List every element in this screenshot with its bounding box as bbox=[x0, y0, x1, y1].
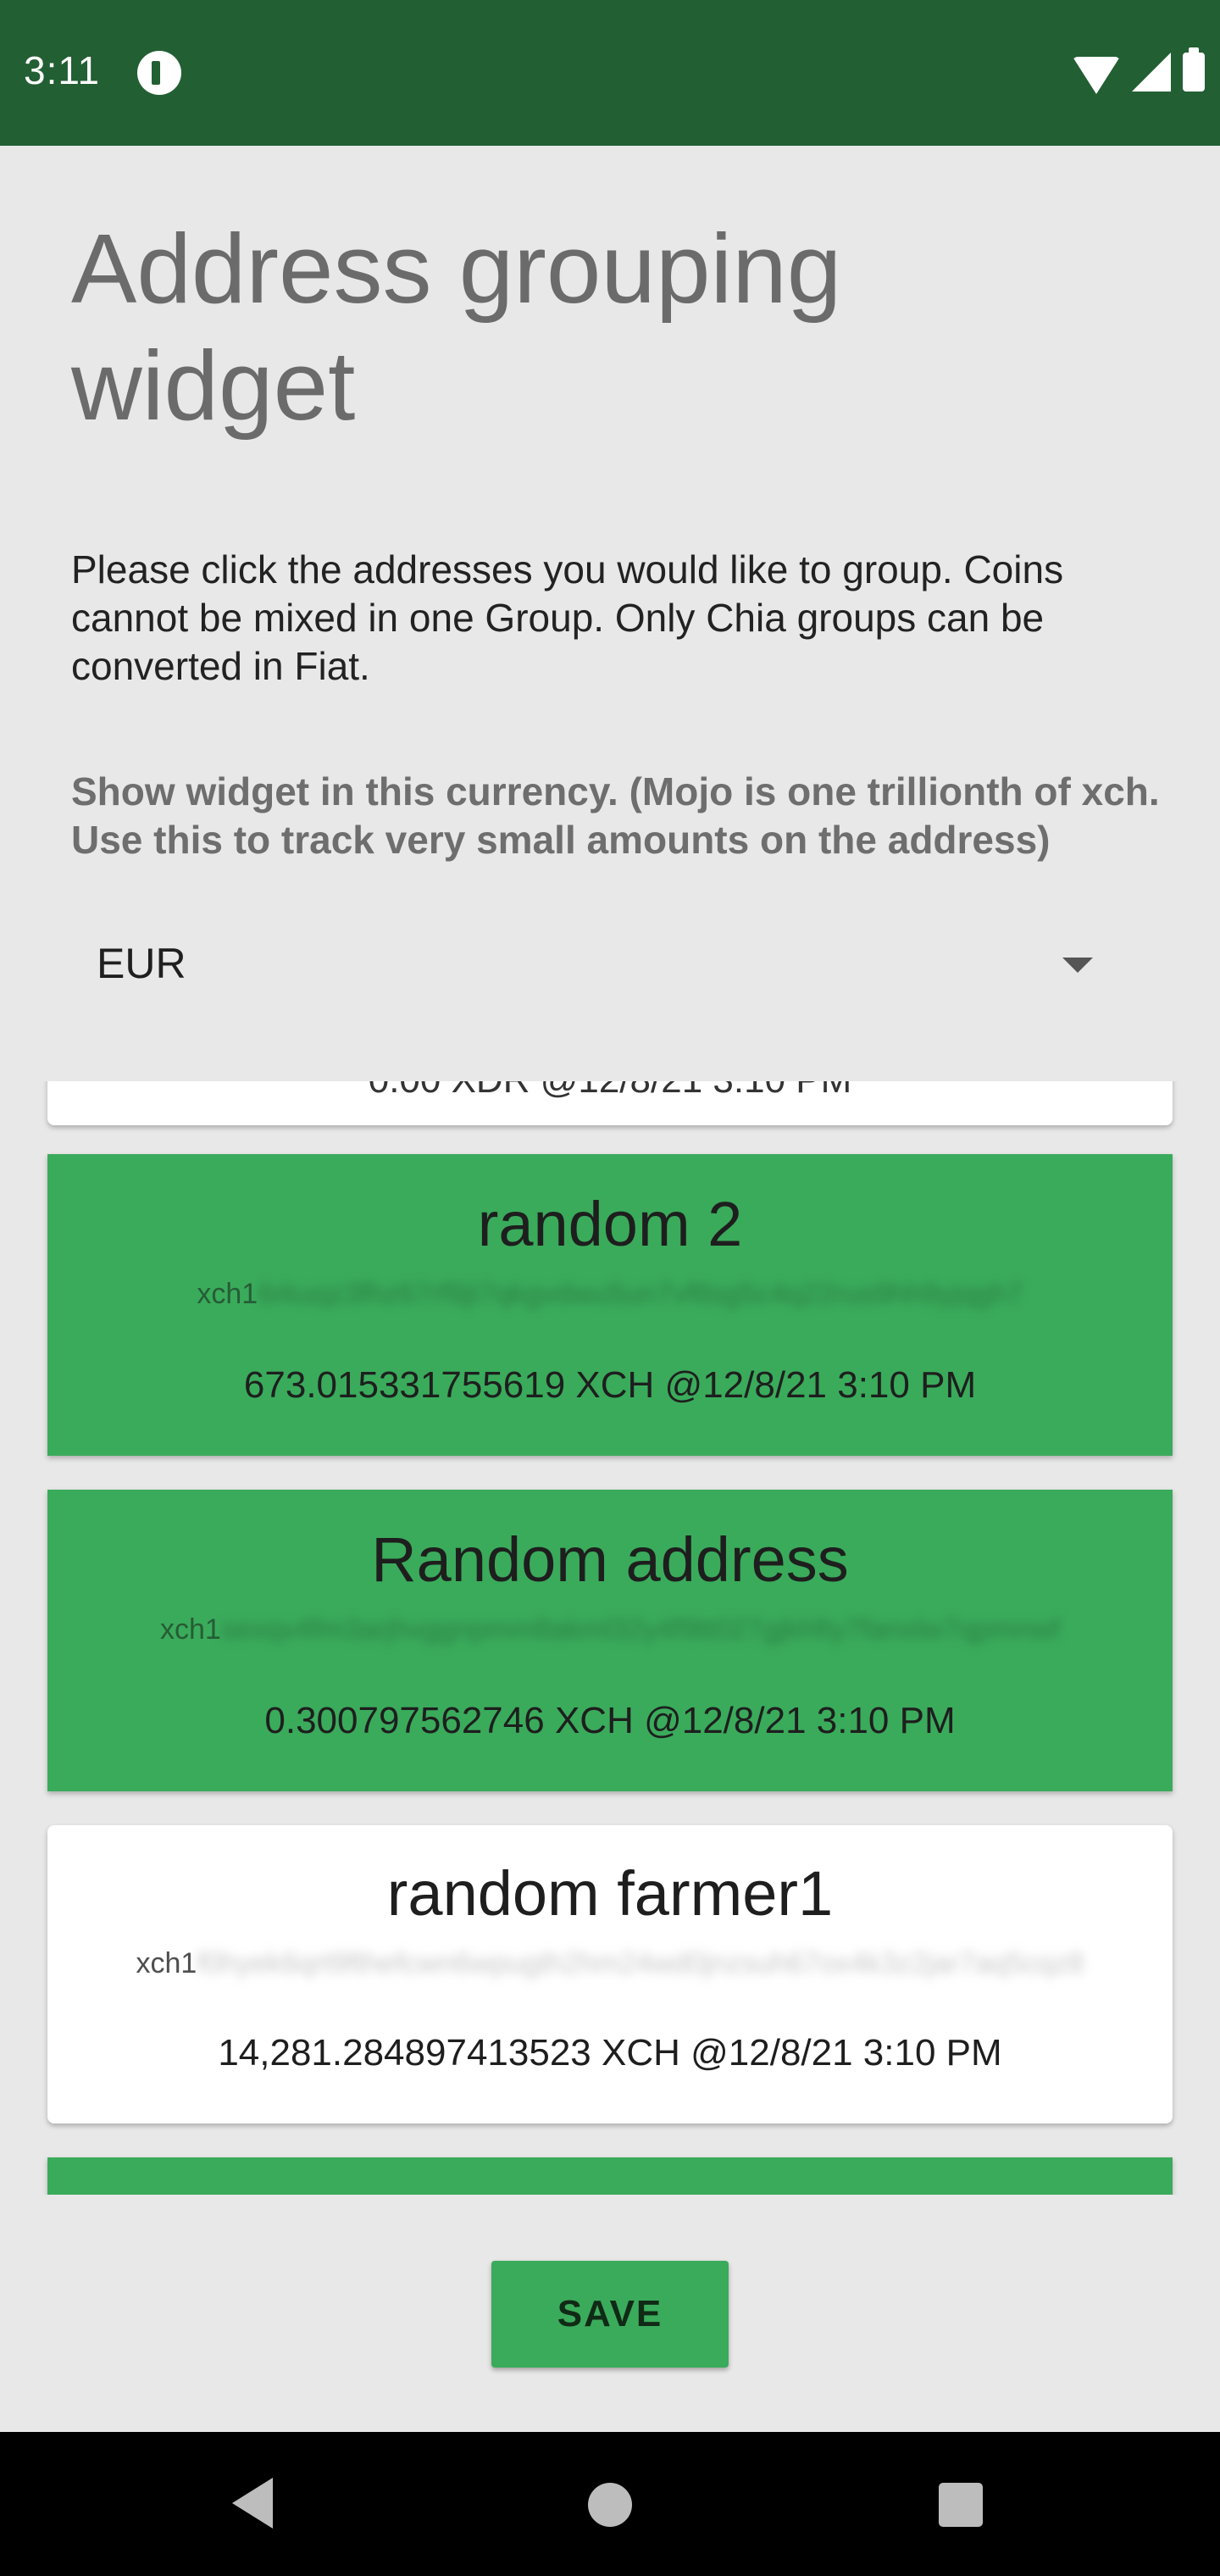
card-amount: 14,281.284897413523 XCH @12/8/21 3:10 PM bbox=[218, 2032, 1002, 2074]
card-amount: 0.00 XDR @12/8/21 3:10 PM bbox=[47, 1081, 1173, 1102]
app-notification-icon bbox=[137, 51, 181, 95]
address-prefix: xch1 bbox=[159, 1613, 221, 1646]
address-hidden: f0hyek6qrt9fthefcwn6wpugth2hm24wd0jnzsuh… bbox=[197, 1947, 1084, 1979]
currency-select[interactable]: EUR bbox=[71, 930, 1122, 1000]
address-card[interactable]: Random address xch1sexqv4fm3arjhvggnpmm8… bbox=[47, 1490, 1173, 1791]
address-prefix: xch1 bbox=[136, 1947, 197, 1979]
address-hidden: 6rkuqz3fhz67rf9jt7qkgvdwu5un7vftlsg5c4q2… bbox=[258, 1278, 1023, 1310]
card-amount: 673.015331755619 XCH @12/8/21 3:10 PM bbox=[243, 1364, 977, 1406]
card-address: xch16rkuqz3fhz67rf9jt7qkgvdwu5un7vftlsg5… bbox=[47, 1278, 1173, 1311]
home-icon[interactable] bbox=[588, 2483, 632, 2527]
card-address: xch1f0hyek6qrt9fthefcwn6wpugth2hm24wd0jn… bbox=[47, 1947, 1173, 1980]
intro-text: Please click the addresses you would lik… bbox=[71, 547, 1064, 688]
signal-icon bbox=[1132, 53, 1171, 92]
card-amount: 0.300797562746 XCH @12/8/21 3:10 PM bbox=[264, 1700, 956, 1741]
status-icons bbox=[1073, 47, 1205, 95]
recents-icon[interactable] bbox=[939, 2483, 983, 2527]
status-bar: 3:11 bbox=[0, 0, 1220, 146]
save-button[interactable]: SAVE bbox=[491, 2261, 729, 2368]
address-list[interactable]: 0.00 XDR @12/8/21 3:10 PM random 2 xch16… bbox=[0, 1081, 1220, 2195]
address-card[interactable]: 0.00 XDR @12/8/21 3:10 PM bbox=[47, 1081, 1173, 1125]
address-card[interactable]: random farmer1 xch1f0hyek6qrt9fthefcwn6w… bbox=[47, 1825, 1173, 2124]
card-name: Random address bbox=[371, 1524, 849, 1595]
address-card[interactable] bbox=[47, 2157, 1173, 2195]
card-name: random 2 bbox=[477, 1189, 743, 1259]
address-prefix: xch1 bbox=[197, 1278, 258, 1310]
navigation-bar bbox=[0, 2432, 1220, 2576]
card-name: random farmer1 bbox=[386, 1858, 834, 1929]
page-title: Address grouping widget bbox=[71, 214, 842, 441]
dropdown-arrow-icon bbox=[1062, 958, 1093, 973]
wifi-icon bbox=[1073, 57, 1120, 94]
status-time: 3:11 bbox=[24, 48, 101, 92]
currency-label: Show widget in this currency. (Mojo is o… bbox=[71, 769, 1160, 862]
back-icon[interactable] bbox=[232, 2478, 273, 2529]
currency-value: EUR bbox=[97, 940, 186, 987]
address-card[interactable]: random 2 xch16rkuqz3fhz67rf9jt7qkgvdwu5u… bbox=[47, 1154, 1173, 1456]
address-hidden: sexqv4fm3arjhvggnpmm8akml32y4f9tt027gjkh… bbox=[220, 1613, 1061, 1646]
card-address: xch1sexqv4fm3arjhvggnpmm8akml32y4f9tt027… bbox=[47, 1613, 1173, 1646]
battery-icon bbox=[1183, 47, 1205, 92]
